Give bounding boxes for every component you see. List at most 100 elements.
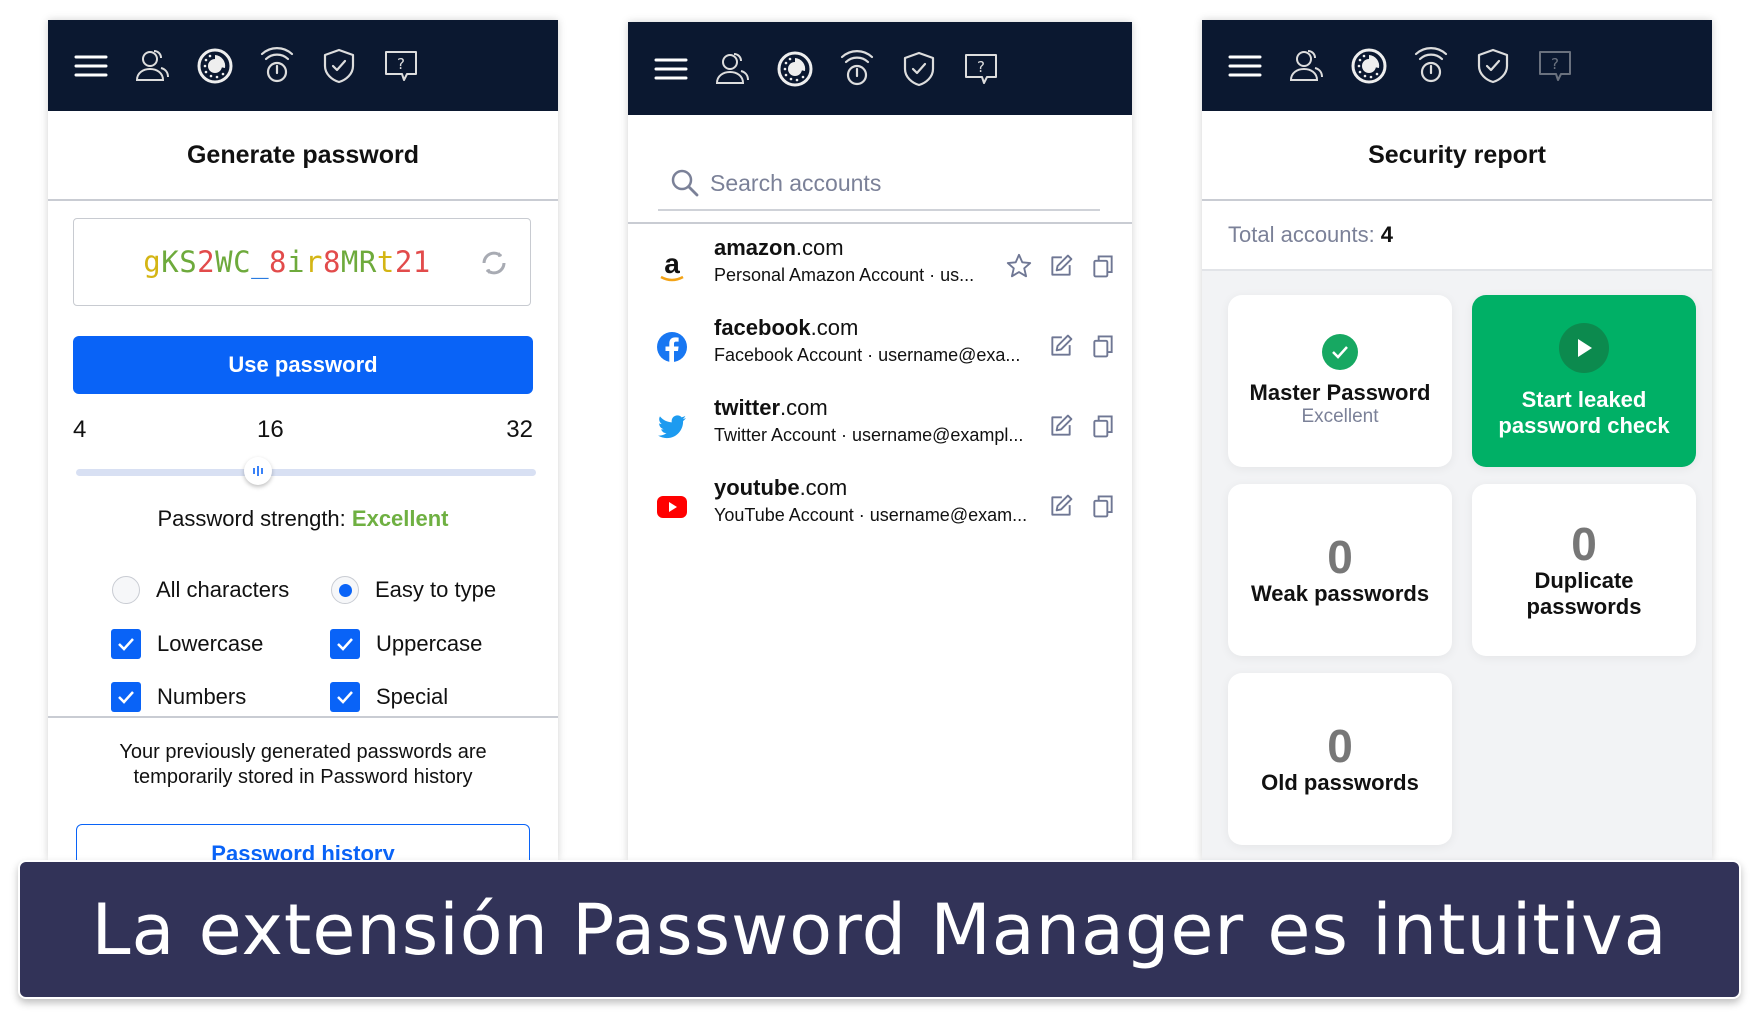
check-icon xyxy=(337,691,353,704)
edit-icon[interactable] xyxy=(1040,489,1082,523)
password-generator-panel: Generate password gKS2WC_8ir8MRt21 Use p… xyxy=(48,20,558,860)
generator-dial-icon[interactable] xyxy=(184,44,246,88)
copy-icon[interactable] xyxy=(1082,329,1124,363)
accounts-panel: Search accounts a amazon.com Personal Am… xyxy=(628,22,1132,862)
password-char: C xyxy=(233,245,252,279)
length-slider-track[interactable] xyxy=(76,469,536,476)
help-chat-icon[interactable] xyxy=(1524,44,1586,88)
regenerate-icon[interactable] xyxy=(480,249,508,277)
security-report-panel: Security report Total accounts: 4 Master… xyxy=(1202,20,1712,860)
edit-icon[interactable] xyxy=(1040,329,1082,363)
master-password-card[interactable]: Master Password Excellent xyxy=(1228,295,1452,467)
account-domain: amazon.com xyxy=(714,235,844,260)
option-label: Lowercase xyxy=(157,631,264,656)
accounts-icon[interactable] xyxy=(122,44,184,88)
strength-value: Excellent xyxy=(351,506,449,531)
authenticator-icon[interactable] xyxy=(1400,44,1462,88)
radio-all-characters[interactable] xyxy=(112,576,140,604)
caption-banner: La extensión Password Manager es intuiti… xyxy=(18,860,1741,999)
master-password-label: Master Password xyxy=(1249,380,1431,405)
length-slider-thumb[interactable] xyxy=(244,457,272,485)
account-row-amazon[interactable]: a amazon.com Personal Amazon Account · u… xyxy=(628,227,1132,307)
option-label: Uppercase xyxy=(376,631,483,656)
generated-password-text: gKS2WC_8ir8MRt21 xyxy=(143,245,431,279)
toolbar xyxy=(48,20,558,111)
password-char: R xyxy=(358,245,377,279)
toolbar xyxy=(628,22,1132,115)
length-max-label: 32 xyxy=(506,416,533,443)
option-uppercase[interactable]: Uppercase xyxy=(330,629,482,659)
divider xyxy=(48,716,558,718)
security-shield-icon[interactable] xyxy=(308,44,370,88)
authenticator-icon[interactable] xyxy=(826,47,888,91)
password-history-button[interactable]: Password history xyxy=(76,824,530,860)
authenticator-icon[interactable] xyxy=(246,44,308,88)
caption-text: La extensión Password Manager es intuiti… xyxy=(91,888,1668,971)
favorite-star-icon[interactable] xyxy=(998,249,1040,283)
duplicate-passwords-label: passwords xyxy=(1526,594,1642,619)
search-icon xyxy=(671,169,699,197)
weak-passwords-count: 0 xyxy=(1327,531,1353,583)
account-row-facebook[interactable]: facebook.com Facebook Account · username… xyxy=(628,307,1132,387)
checkbox-lowercase[interactable] xyxy=(111,629,141,659)
account-row-youtube[interactable]: youtube.com YouTube Account · username@e… xyxy=(628,467,1132,547)
menu-icon[interactable] xyxy=(640,47,702,91)
grip-icon xyxy=(253,466,263,476)
weak-passwords-label: Weak passwords xyxy=(1250,581,1430,606)
toolbar xyxy=(1202,20,1712,111)
start-leak-check-button[interactable]: Start leaked password check xyxy=(1472,295,1696,467)
account-row-twitter[interactable]: twitter.com Twitter Account · username@e… xyxy=(628,387,1132,467)
strength-label: Password strength: xyxy=(157,506,346,531)
use-password-button[interactable]: Use password xyxy=(73,336,533,394)
password-char: S xyxy=(179,245,198,279)
divider xyxy=(628,222,1132,224)
account-subtitle: Facebook Account · username@exa... xyxy=(714,345,1021,365)
checkbox-numbers[interactable] xyxy=(111,682,141,712)
account-domain: youtube.com xyxy=(714,475,848,500)
total-accounts: Total accounts: 4 xyxy=(1202,201,1712,271)
generator-dial-icon[interactable] xyxy=(1338,44,1400,88)
option-label: Numbers xyxy=(157,684,247,709)
security-shield-icon[interactable] xyxy=(1462,44,1524,88)
check-circle-icon xyxy=(1322,334,1358,370)
help-chat-icon[interactable] xyxy=(950,47,1012,91)
password-char: 1 xyxy=(412,245,431,279)
facebook-logo xyxy=(652,327,692,367)
option-lowercase[interactable]: Lowercase xyxy=(111,629,263,659)
edit-icon[interactable] xyxy=(1040,409,1082,443)
option-numbers[interactable]: Numbers xyxy=(111,682,246,712)
copy-icon[interactable] xyxy=(1082,249,1124,283)
copy-icon[interactable] xyxy=(1082,409,1124,443)
history-note-line: Your previously generated passwords are xyxy=(119,741,487,763)
option-label: Special xyxy=(376,684,449,709)
help-chat-icon[interactable] xyxy=(370,44,432,88)
checkbox-special[interactable] xyxy=(330,682,360,712)
password-char: t xyxy=(376,245,395,279)
option-special[interactable]: Special xyxy=(330,682,448,712)
play-icon xyxy=(1559,323,1609,373)
weak-passwords-card[interactable]: 0 Weak passwords xyxy=(1228,484,1452,656)
password-char: i xyxy=(287,245,305,279)
option-all-characters[interactable]: All characters xyxy=(112,576,289,604)
accounts-icon[interactable] xyxy=(702,47,764,91)
edit-icon[interactable] xyxy=(1040,249,1082,283)
account-subtitle: YouTube Account · username@exam... xyxy=(714,505,1028,525)
menu-icon[interactable] xyxy=(60,44,122,88)
accounts-icon[interactable] xyxy=(1276,44,1338,88)
search-placeholder: Search accounts xyxy=(710,169,882,196)
generated-password-field[interactable]: gKS2WC_8ir8MRt21 xyxy=(73,218,531,306)
security-shield-icon[interactable] xyxy=(888,47,950,91)
copy-icon[interactable] xyxy=(1082,489,1124,523)
duplicate-passwords-card[interactable]: 0 Duplicate passwords xyxy=(1472,484,1696,656)
old-passwords-card[interactable]: 0 Old passwords xyxy=(1228,673,1452,845)
search-accounts-input[interactable]: Search accounts xyxy=(658,157,1100,211)
password-char: 8 xyxy=(322,245,341,279)
option-easy-to-type[interactable]: Easy to type xyxy=(331,576,496,604)
svg-text:a: a xyxy=(664,249,680,279)
radio-easy-to-type[interactable] xyxy=(331,576,359,604)
menu-icon[interactable] xyxy=(1214,44,1276,88)
checkbox-uppercase[interactable] xyxy=(330,629,360,659)
check-icon xyxy=(118,691,134,704)
generator-dial-icon[interactable] xyxy=(764,47,826,91)
check-icon xyxy=(337,638,353,651)
